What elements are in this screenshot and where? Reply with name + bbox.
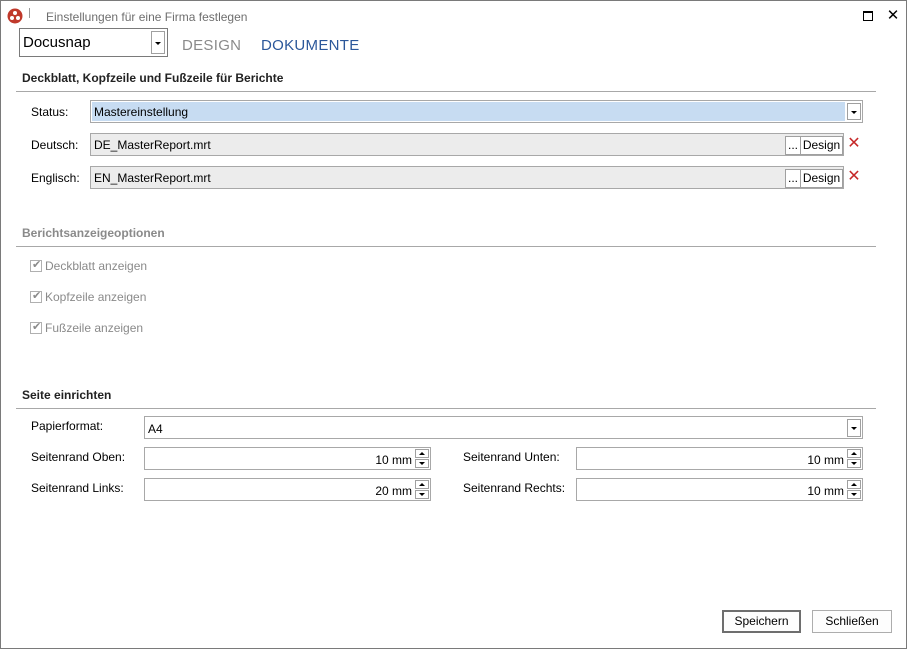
english-file-value: EN_MasterReport.mrt bbox=[94, 171, 211, 185]
paper-format-label: Papierformat: bbox=[31, 419, 104, 433]
status-select-highlight bbox=[92, 102, 845, 121]
english-label: Englisch: bbox=[31, 171, 80, 185]
paper-format-select[interactable]: A4 bbox=[144, 416, 863, 439]
option-label: Deckblatt anzeigen bbox=[45, 259, 148, 273]
checkmark-icon: ✔ bbox=[32, 259, 42, 271]
section-divider bbox=[16, 246, 876, 247]
title-bar: Einstellungen für eine Firma festlegen ✕ bbox=[1, 1, 906, 31]
section-divider bbox=[16, 408, 876, 409]
german-browse-button[interactable]: ... bbox=[785, 136, 801, 155]
margin-bottom-value: 10 mm bbox=[807, 453, 844, 467]
option-label: Kopfzeile anzeigen bbox=[45, 290, 147, 304]
chevron-down-icon[interactable] bbox=[847, 419, 861, 437]
english-file-field[interactable]: EN_MasterReport.mrt bbox=[90, 166, 844, 189]
option-label: Fußzeile anzeigen bbox=[45, 321, 144, 335]
margin-bottom-label: Seitenrand Unten: bbox=[463, 450, 560, 464]
settings-dialog: Einstellungen für eine Firma festlegen ✕… bbox=[0, 0, 907, 649]
chevron-down-icon[interactable] bbox=[151, 31, 165, 54]
german-file-value: DE_MasterReport.mrt bbox=[94, 138, 211, 152]
spin-up-icon[interactable] bbox=[847, 480, 861, 489]
spin-down-icon[interactable] bbox=[847, 459, 861, 468]
margin-left-value: 20 mm bbox=[375, 484, 412, 498]
page-section-title: Seite einrichten bbox=[22, 388, 112, 402]
german-remove-icon[interactable]: ✕ bbox=[846, 135, 862, 153]
margin-top-label: Seitenrand Oben: bbox=[31, 450, 126, 464]
checkbox[interactable]: ✔ bbox=[30, 290, 42, 303]
checkmark-icon: ✔ bbox=[32, 321, 42, 333]
display-section-title: Berichtsanzeigeoptionen bbox=[22, 226, 165, 240]
chevron-down-icon[interactable] bbox=[847, 103, 861, 120]
company-select-value: Docusnap bbox=[23, 34, 91, 51]
margin-bottom-stepper[interactable]: 10 mm bbox=[576, 447, 863, 470]
close-button[interactable]: Schließen bbox=[812, 610, 892, 633]
spin-up-icon[interactable] bbox=[415, 449, 429, 458]
docusnap-logo-icon bbox=[7, 8, 23, 24]
margin-right-label: Seitenrand Rechts: bbox=[463, 481, 566, 495]
maximize-icon[interactable] bbox=[859, 7, 877, 25]
margin-top-value: 10 mm bbox=[375, 453, 412, 467]
checkmark-icon: ✔ bbox=[32, 290, 42, 302]
tab-dokumente[interactable]: DOKUMENTE bbox=[261, 37, 360, 54]
margin-top-stepper[interactable]: 10 mm bbox=[144, 447, 431, 470]
status-label: Status: bbox=[31, 105, 69, 119]
close-icon[interactable]: ✕ bbox=[884, 7, 902, 25]
status-select[interactable]: Mastereinstellung bbox=[90, 100, 863, 123]
checkbox[interactable]: ✔ bbox=[30, 259, 42, 272]
german-file-field[interactable]: DE_MasterReport.mrt bbox=[90, 133, 844, 156]
report-section-title: Deckblatt, Kopfzeile und Fußzeile für Be… bbox=[22, 71, 284, 85]
tab-design[interactable]: DESIGN bbox=[182, 37, 241, 54]
checkbox[interactable]: ✔ bbox=[30, 321, 42, 334]
spin-down-icon[interactable] bbox=[415, 459, 429, 468]
english-remove-icon[interactable]: ✕ bbox=[846, 168, 862, 186]
status-select-value: Mastereinstellung bbox=[94, 105, 189, 119]
spin-down-icon[interactable] bbox=[847, 490, 861, 499]
paper-format-value: A4 bbox=[148, 422, 163, 436]
margin-right-value: 10 mm bbox=[807, 484, 844, 498]
company-select[interactable]: Docusnap bbox=[19, 28, 168, 57]
english-browse-button[interactable]: ... bbox=[785, 169, 801, 188]
spin-down-icon[interactable] bbox=[415, 490, 429, 499]
margin-right-stepper[interactable]: 10 mm bbox=[576, 478, 863, 501]
german-design-button[interactable]: Design bbox=[800, 136, 843, 155]
german-label: Deutsch: bbox=[31, 138, 79, 152]
title-separator bbox=[29, 8, 30, 18]
section-divider bbox=[16, 91, 876, 92]
margin-left-label: Seitenrand Links: bbox=[31, 481, 124, 495]
spin-up-icon[interactable] bbox=[847, 449, 861, 458]
window-title: Einstellungen für eine Firma festlegen bbox=[46, 10, 248, 24]
margin-left-stepper[interactable]: 20 mm bbox=[144, 478, 431, 501]
english-design-button[interactable]: Design bbox=[800, 169, 843, 188]
save-button[interactable]: Speichern bbox=[722, 610, 801, 633]
spin-up-icon[interactable] bbox=[415, 480, 429, 489]
